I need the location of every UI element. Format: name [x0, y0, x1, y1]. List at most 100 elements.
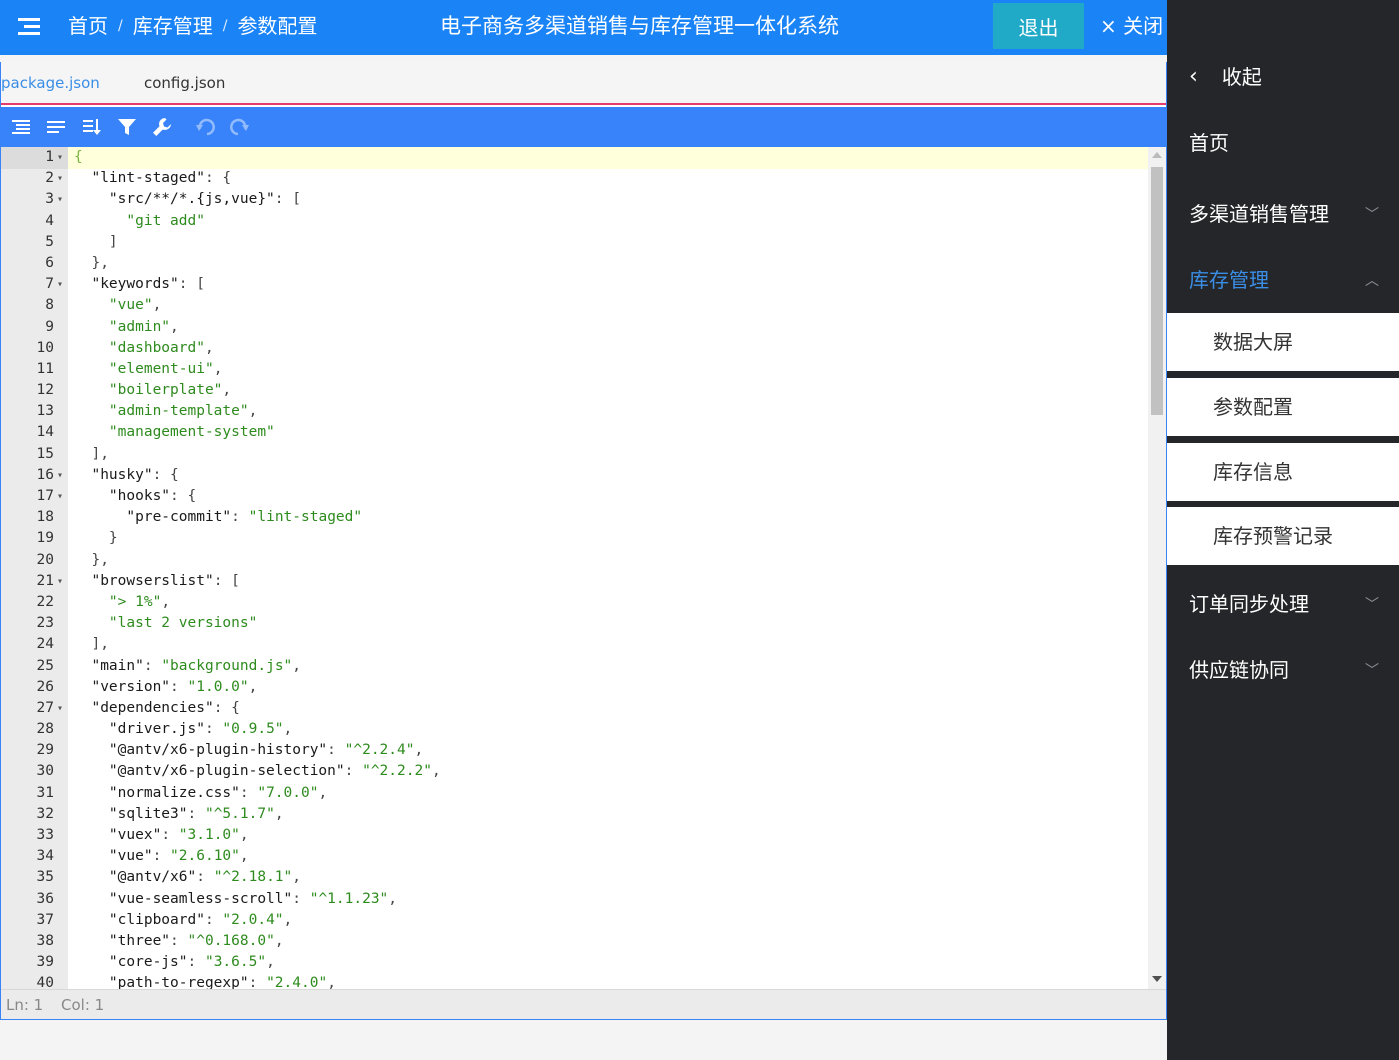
- code-text: },: [74, 254, 109, 271]
- close-button[interactable]: × 关闭: [1100, 13, 1163, 39]
- code-text: "dashboard",: [108, 339, 214, 356]
- code-line[interactable]: 19 }: [1, 528, 1148, 549]
- code-text: "driver.js": "0.9.5",: [108, 721, 293, 738]
- code-line[interactable]: 36 "vue-seamless-scroll": "^1.1.23",: [1, 889, 1148, 910]
- code-line[interactable]: 28 "driver.js": "0.9.5",: [1, 719, 1148, 740]
- chevron-down-icon: ﹀: [1365, 663, 1379, 679]
- code-line[interactable]: 27 ▾ "dependencies": {: [1, 698, 1148, 719]
- code-line[interactable]: 10 "dashboard",: [1, 338, 1148, 359]
- code-text: "admin",: [108, 318, 179, 335]
- chevron-left-icon: ‹: [1189, 64, 1198, 89]
- menu-item-multi-channel[interactable]: 多渠道销售管理: [1189, 199, 1329, 229]
- code-line[interactable]: 3 ▾ "src/**/*.{js,vue}": [: [1, 189, 1148, 210]
- code-line[interactable]: 16 ▾ "husky": {: [1, 465, 1148, 486]
- scrollbar-thumb[interactable]: [1151, 167, 1163, 415]
- code-line[interactable]: 25 "main": "background.js",: [1, 656, 1148, 677]
- menu-toggle-icon[interactable]: [18, 14, 40, 40]
- scroll-up-arrow-icon[interactable]: [1152, 152, 1162, 158]
- code-line[interactable]: 11 "element-ui",: [1, 359, 1148, 380]
- code-line[interactable]: 33 "vuex": "3.1.0",: [1, 825, 1148, 846]
- breadcrumb-inventory[interactable]: 库存管理: [133, 13, 213, 39]
- code-line[interactable]: 35 "@antv/x6": "^2.18.1",: [1, 867, 1148, 888]
- code-line[interactable]: 9 "admin",: [1, 317, 1148, 338]
- code-line[interactable]: 38 "three": "^0.168.0",: [1, 931, 1148, 952]
- undo-icon[interactable]: [194, 116, 216, 138]
- code-line[interactable]: 39 "core-js": "3.6.5",: [1, 952, 1148, 973]
- filter-icon[interactable]: [116, 116, 138, 138]
- fold-toggle-icon[interactable]: ▾: [57, 571, 63, 592]
- fold-toggle-icon[interactable]: ▾: [57, 274, 63, 295]
- chevron-up-icon: ︿: [1365, 273, 1379, 289]
- submenu-item-inventory-alert[interactable]: 库存预警记录: [1167, 507, 1399, 565]
- code-line[interactable]: 40 "path-to-regexp": "2.4.0",: [1, 973, 1148, 989]
- tab-config-json[interactable]: config.json: [144, 73, 225, 93]
- fold-toggle-icon[interactable]: ▾: [57, 698, 63, 719]
- fold-toggle-icon[interactable]: ▾: [57, 486, 63, 507]
- line-number: 15: [36, 445, 54, 462]
- code-line[interactable]: 18 "pre-commit": "lint-staged": [1, 507, 1148, 528]
- code-line[interactable]: 26 "version": "1.0.0",: [1, 677, 1148, 698]
- code-line[interactable]: 22 "> 1%",: [1, 592, 1148, 613]
- submenu-item-dashboard[interactable]: 数据大屏: [1167, 313, 1399, 371]
- submenu-item-inventory-info[interactable]: 库存信息: [1167, 443, 1399, 501]
- chevron-down-icon: ﹀: [1365, 597, 1379, 613]
- code-line[interactable]: 5 ]: [1, 232, 1148, 253]
- code-line[interactable]: 21 ▾ "browserslist": [: [1, 571, 1148, 592]
- fold-toggle-icon[interactable]: ▾: [57, 189, 63, 210]
- code-line[interactable]: 37 "clipboard": "2.0.4",: [1, 910, 1148, 931]
- code-line[interactable]: 2 ▾ "lint-staged": {: [1, 168, 1148, 189]
- code-line[interactable]: 15 ],: [1, 444, 1148, 465]
- code-line[interactable]: 12 "boilerplate",: [1, 380, 1148, 401]
- menu-item-inventory[interactable]: 库存管理: [1189, 265, 1269, 295]
- code-text: "management-system": [108, 424, 275, 441]
- code-line[interactable]: 4 "git add": [1, 211, 1148, 232]
- scroll-down-arrow-icon[interactable]: [1152, 976, 1162, 982]
- code-line[interactable]: 24 ],: [1, 634, 1148, 655]
- code-text: "lint-staged": {: [91, 170, 232, 187]
- line-number: 11: [36, 360, 54, 377]
- code-line[interactable]: 17 ▾ "hooks": {: [1, 486, 1148, 507]
- vertical-scrollbar[interactable]: [1148, 147, 1166, 989]
- menu-item-order-sync[interactable]: 订单同步处理: [1189, 589, 1309, 619]
- code-line[interactable]: 1 ▾ {: [1, 147, 1148, 168]
- fold-toggle-icon[interactable]: ▾: [57, 168, 63, 189]
- code-text: "husky": {: [91, 466, 179, 483]
- code-line[interactable]: 29 "@antv/x6-plugin-history": "^2.2.4",: [1, 740, 1148, 761]
- code-line[interactable]: 14 "management-system": [1, 422, 1148, 443]
- code-line[interactable]: 34 "vue": "2.6.10",: [1, 846, 1148, 867]
- line-number: 32: [36, 805, 54, 822]
- collapse-button[interactable]: ‹ 收起: [1189, 62, 1262, 92]
- code-line[interactable]: 31 "normalize.css": "7.0.0",: [1, 783, 1148, 804]
- fold-toggle-icon[interactable]: ▾: [57, 465, 63, 486]
- status-bar: Ln: 1 Col: 1: [1, 989, 1166, 1019]
- line-number: 26: [36, 678, 54, 695]
- menu-item-supply-chain[interactable]: 供应链协同: [1189, 655, 1289, 685]
- code-line[interactable]: 13 "admin-template",: [1, 401, 1148, 422]
- submenu-item-param-config[interactable]: 参数配置: [1167, 378, 1399, 436]
- repair-icon[interactable]: [151, 116, 173, 138]
- line-number: 10: [36, 339, 54, 356]
- breadcrumb-separator: /: [222, 18, 228, 34]
- breadcrumb-separator: /: [118, 18, 123, 34]
- redo-icon[interactable]: [229, 116, 251, 138]
- code-line[interactable]: 23 "last 2 versions": [1, 613, 1148, 634]
- code-line[interactable]: 6 },: [1, 253, 1148, 274]
- tab-package-json[interactable]: package.json: [1, 73, 100, 93]
- code-line[interactable]: 8 "vue",: [1, 295, 1148, 316]
- breadcrumb-home[interactable]: 首页: [68, 13, 108, 39]
- fold-toggle-icon[interactable]: ▾: [57, 147, 63, 168]
- code-line[interactable]: 30 "@antv/x6-plugin-selection": "^2.2.2"…: [1, 761, 1148, 782]
- code-area[interactable]: 1 ▾{2 ▾ "lint-staged": {3 ▾ "src/**/*.{js,v…: [1, 147, 1166, 989]
- format-icon[interactable]: [10, 116, 32, 138]
- code-text: "dependencies": {: [91, 699, 240, 716]
- code-line[interactable]: 32 "sqlite3": "^5.1.7",: [1, 804, 1148, 825]
- compact-icon[interactable]: [45, 116, 67, 138]
- code-lines[interactable]: 1 ▾{2 ▾ "lint-staged": {3 ▾ "src/**/*.{js,v…: [1, 147, 1148, 989]
- sort-icon[interactable]: [81, 116, 103, 138]
- logout-button[interactable]: 退出: [993, 3, 1084, 49]
- menu-item-home[interactable]: 首页: [1189, 128, 1229, 158]
- code-text: "vue-seamless-scroll": "^1.1.23",: [108, 890, 398, 907]
- code-line[interactable]: 20 },: [1, 550, 1148, 571]
- code-line[interactable]: 7 ▾ "keywords": [: [1, 274, 1148, 295]
- line-number: 23: [36, 615, 54, 632]
